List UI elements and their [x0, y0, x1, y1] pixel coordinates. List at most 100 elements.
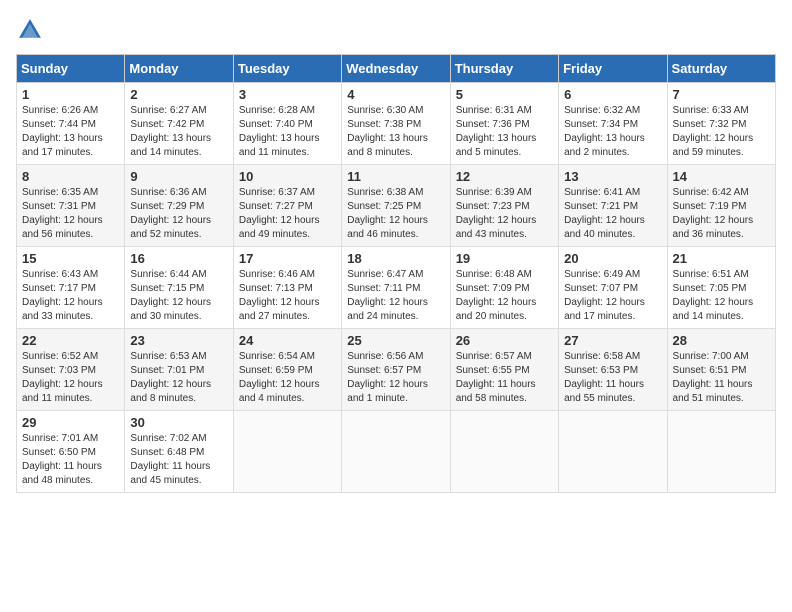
calendar-cell: 21 Sunrise: 6:51 AMSunset: 7:05 PMDaylig… — [667, 247, 775, 329]
calendar-cell: 11 Sunrise: 6:38 AMSunset: 7:25 PMDaylig… — [342, 165, 450, 247]
week-row-3: 15 Sunrise: 6:43 AMSunset: 7:17 PMDaylig… — [17, 247, 776, 329]
calendar-cell: 2 Sunrise: 6:27 AMSunset: 7:42 PMDayligh… — [125, 83, 233, 165]
calendar-cell: 9 Sunrise: 6:36 AMSunset: 7:29 PMDayligh… — [125, 165, 233, 247]
day-detail: Sunrise: 6:49 AMSunset: 7:07 PMDaylight:… — [564, 269, 645, 322]
logo-icon — [16, 16, 44, 44]
day-detail: Sunrise: 6:51 AMSunset: 7:05 PMDaylight:… — [673, 269, 754, 322]
day-number: 17 — [239, 251, 336, 266]
calendar-cell: 15 Sunrise: 6:43 AMSunset: 7:17 PMDaylig… — [17, 247, 125, 329]
day-number: 3 — [239, 87, 336, 102]
calendar-cell: 16 Sunrise: 6:44 AMSunset: 7:15 PMDaylig… — [125, 247, 233, 329]
calendar-cell: 20 Sunrise: 6:49 AMSunset: 7:07 PMDaylig… — [559, 247, 667, 329]
day-detail: Sunrise: 6:37 AMSunset: 7:27 PMDaylight:… — [239, 187, 320, 240]
day-detail: Sunrise: 6:30 AMSunset: 7:38 PMDaylight:… — [347, 105, 428, 158]
calendar-table: SundayMondayTuesdayWednesdayThursdayFrid… — [16, 54, 776, 493]
day-number: 6 — [564, 87, 661, 102]
day-number: 19 — [456, 251, 553, 266]
day-detail: Sunrise: 7:01 AMSunset: 6:50 PMDaylight:… — [22, 433, 102, 486]
day-number: 26 — [456, 333, 553, 348]
day-number: 28 — [673, 333, 770, 348]
calendar-cell: 13 Sunrise: 6:41 AMSunset: 7:21 PMDaylig… — [559, 165, 667, 247]
day-detail: Sunrise: 6:32 AMSunset: 7:34 PMDaylight:… — [564, 105, 645, 158]
day-detail: Sunrise: 6:48 AMSunset: 7:09 PMDaylight:… — [456, 269, 537, 322]
calendar-cell: 5 Sunrise: 6:31 AMSunset: 7:36 PMDayligh… — [450, 83, 558, 165]
day-detail: Sunrise: 7:02 AMSunset: 6:48 PMDaylight:… — [130, 433, 210, 486]
day-number: 25 — [347, 333, 444, 348]
calendar-cell: 19 Sunrise: 6:48 AMSunset: 7:09 PMDaylig… — [450, 247, 558, 329]
day-detail: Sunrise: 6:27 AMSunset: 7:42 PMDaylight:… — [130, 105, 211, 158]
day-detail: Sunrise: 6:28 AMSunset: 7:40 PMDaylight:… — [239, 105, 320, 158]
calendar-cell — [559, 411, 667, 493]
calendar-cell: 3 Sunrise: 6:28 AMSunset: 7:40 PMDayligh… — [233, 83, 341, 165]
calendar-cell — [233, 411, 341, 493]
day-detail: Sunrise: 6:44 AMSunset: 7:15 PMDaylight:… — [130, 269, 211, 322]
day-detail: Sunrise: 6:43 AMSunset: 7:17 PMDaylight:… — [22, 269, 103, 322]
day-detail: Sunrise: 6:33 AMSunset: 7:32 PMDaylight:… — [673, 105, 754, 158]
calendar-cell: 17 Sunrise: 6:46 AMSunset: 7:13 PMDaylig… — [233, 247, 341, 329]
day-number: 20 — [564, 251, 661, 266]
day-detail: Sunrise: 6:31 AMSunset: 7:36 PMDaylight:… — [456, 105, 537, 158]
column-header-wednesday: Wednesday — [342, 55, 450, 83]
day-number: 12 — [456, 169, 553, 184]
day-number: 29 — [22, 415, 119, 430]
day-number: 9 — [130, 169, 227, 184]
calendar-cell — [450, 411, 558, 493]
day-number: 5 — [456, 87, 553, 102]
header — [16, 16, 776, 44]
day-detail: Sunrise: 6:38 AMSunset: 7:25 PMDaylight:… — [347, 187, 428, 240]
calendar-cell: 8 Sunrise: 6:35 AMSunset: 7:31 PMDayligh… — [17, 165, 125, 247]
day-detail: Sunrise: 7:00 AMSunset: 6:51 PMDaylight:… — [673, 351, 753, 404]
calendar-cell — [667, 411, 775, 493]
day-number: 18 — [347, 251, 444, 266]
day-detail: Sunrise: 6:26 AMSunset: 7:44 PMDaylight:… — [22, 105, 103, 158]
column-header-friday: Friday — [559, 55, 667, 83]
day-number: 23 — [130, 333, 227, 348]
day-detail: Sunrise: 6:46 AMSunset: 7:13 PMDaylight:… — [239, 269, 320, 322]
day-detail: Sunrise: 6:36 AMSunset: 7:29 PMDaylight:… — [130, 187, 211, 240]
day-number: 27 — [564, 333, 661, 348]
day-detail: Sunrise: 6:35 AMSunset: 7:31 PMDaylight:… — [22, 187, 103, 240]
day-number: 22 — [22, 333, 119, 348]
column-header-thursday: Thursday — [450, 55, 558, 83]
calendar-cell: 23 Sunrise: 6:53 AMSunset: 7:01 PMDaylig… — [125, 329, 233, 411]
day-detail: Sunrise: 6:53 AMSunset: 7:01 PMDaylight:… — [130, 351, 211, 404]
day-number: 11 — [347, 169, 444, 184]
calendar-cell: 24 Sunrise: 6:54 AMSunset: 6:59 PMDaylig… — [233, 329, 341, 411]
column-header-saturday: Saturday — [667, 55, 775, 83]
week-row-1: 1 Sunrise: 6:26 AMSunset: 7:44 PMDayligh… — [17, 83, 776, 165]
calendar-cell: 25 Sunrise: 6:56 AMSunset: 6:57 PMDaylig… — [342, 329, 450, 411]
calendar-cell: 7 Sunrise: 6:33 AMSunset: 7:32 PMDayligh… — [667, 83, 775, 165]
column-header-monday: Monday — [125, 55, 233, 83]
day-number: 21 — [673, 251, 770, 266]
calendar-cell: 14 Sunrise: 6:42 AMSunset: 7:19 PMDaylig… — [667, 165, 775, 247]
day-number: 8 — [22, 169, 119, 184]
day-number: 7 — [673, 87, 770, 102]
day-number: 30 — [130, 415, 227, 430]
calendar-cell: 4 Sunrise: 6:30 AMSunset: 7:38 PMDayligh… — [342, 83, 450, 165]
calendar-cell: 10 Sunrise: 6:37 AMSunset: 7:27 PMDaylig… — [233, 165, 341, 247]
day-number: 13 — [564, 169, 661, 184]
day-number: 4 — [347, 87, 444, 102]
calendar-cell: 30 Sunrise: 7:02 AMSunset: 6:48 PMDaylig… — [125, 411, 233, 493]
week-row-4: 22 Sunrise: 6:52 AMSunset: 7:03 PMDaylig… — [17, 329, 776, 411]
day-detail: Sunrise: 6:47 AMSunset: 7:11 PMDaylight:… — [347, 269, 428, 322]
week-row-5: 29 Sunrise: 7:01 AMSunset: 6:50 PMDaylig… — [17, 411, 776, 493]
day-detail: Sunrise: 6:57 AMSunset: 6:55 PMDaylight:… — [456, 351, 536, 404]
day-number: 16 — [130, 251, 227, 266]
day-detail: Sunrise: 6:58 AMSunset: 6:53 PMDaylight:… — [564, 351, 644, 404]
calendar-cell: 1 Sunrise: 6:26 AMSunset: 7:44 PMDayligh… — [17, 83, 125, 165]
column-header-tuesday: Tuesday — [233, 55, 341, 83]
column-headers-row: SundayMondayTuesdayWednesdayThursdayFrid… — [17, 55, 776, 83]
week-row-2: 8 Sunrise: 6:35 AMSunset: 7:31 PMDayligh… — [17, 165, 776, 247]
day-number: 24 — [239, 333, 336, 348]
calendar-cell: 28 Sunrise: 7:00 AMSunset: 6:51 PMDaylig… — [667, 329, 775, 411]
calendar-cell: 12 Sunrise: 6:39 AMSunset: 7:23 PMDaylig… — [450, 165, 558, 247]
calendar-cell: 29 Sunrise: 7:01 AMSunset: 6:50 PMDaylig… — [17, 411, 125, 493]
calendar-cell: 22 Sunrise: 6:52 AMSunset: 7:03 PMDaylig… — [17, 329, 125, 411]
day-detail: Sunrise: 6:41 AMSunset: 7:21 PMDaylight:… — [564, 187, 645, 240]
day-detail: Sunrise: 6:56 AMSunset: 6:57 PMDaylight:… — [347, 351, 428, 404]
day-number: 2 — [130, 87, 227, 102]
column-header-sunday: Sunday — [17, 55, 125, 83]
calendar-body: 1 Sunrise: 6:26 AMSunset: 7:44 PMDayligh… — [17, 83, 776, 493]
calendar-cell: 27 Sunrise: 6:58 AMSunset: 6:53 PMDaylig… — [559, 329, 667, 411]
